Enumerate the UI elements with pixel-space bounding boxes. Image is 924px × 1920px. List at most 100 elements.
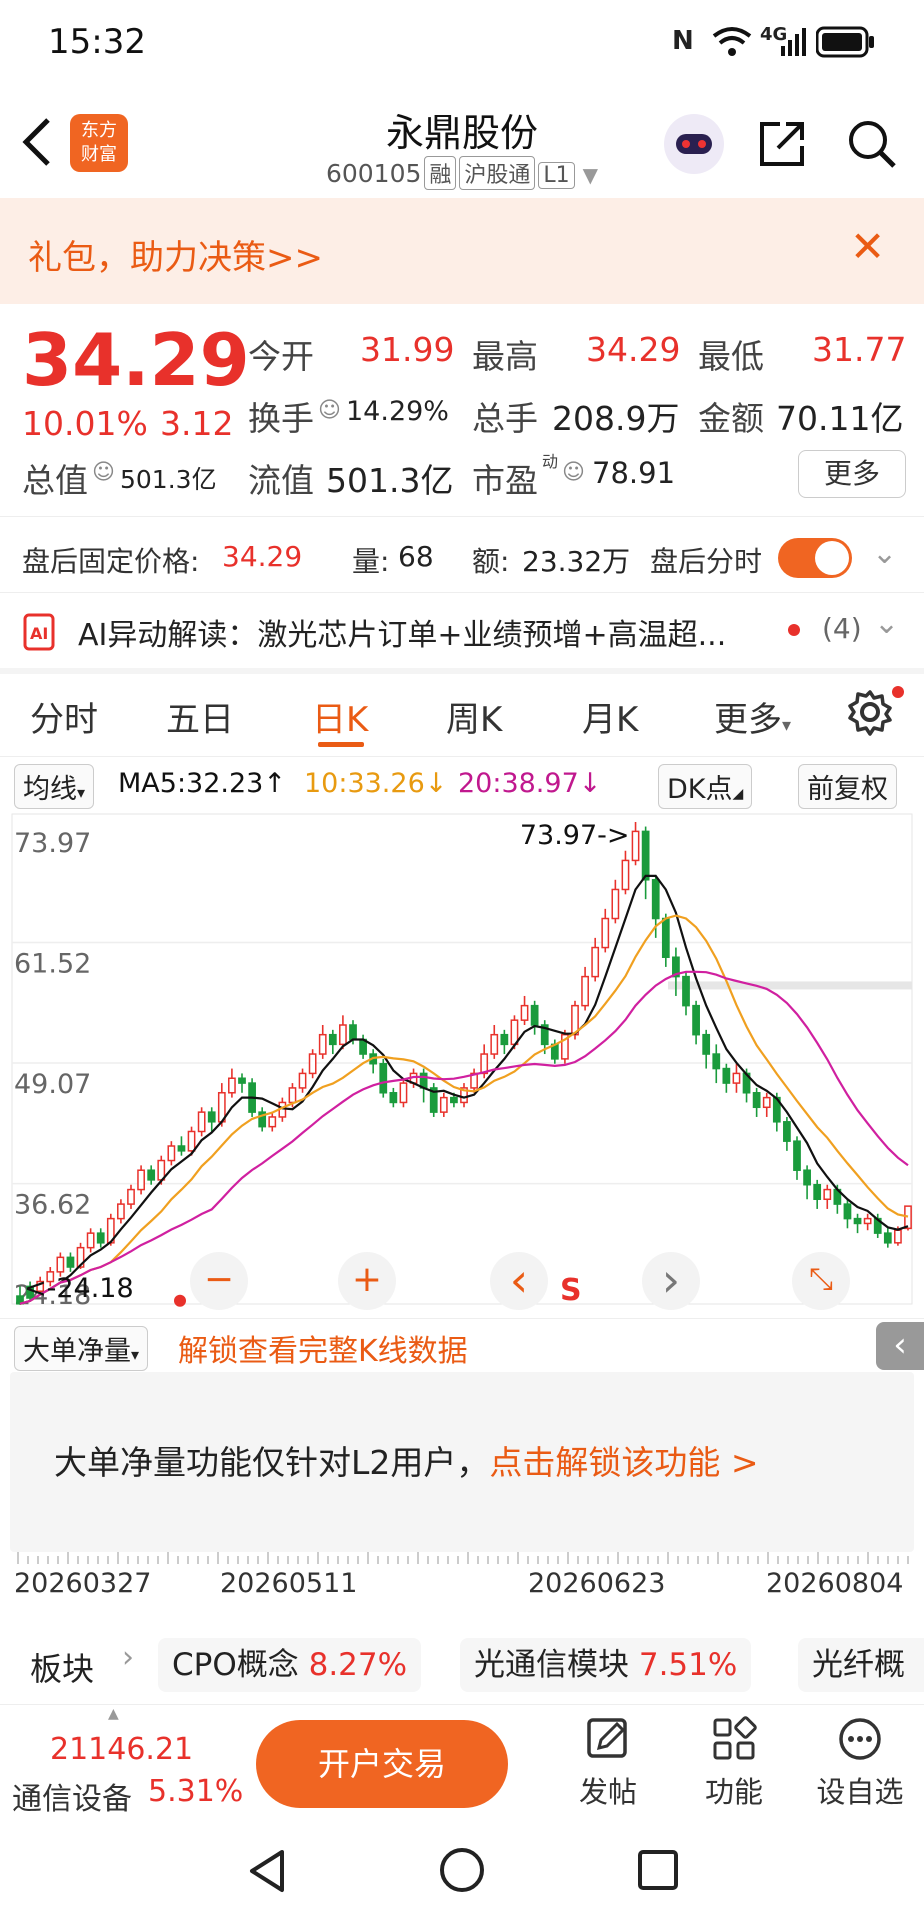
divider [0,516,924,517]
candle-body [894,1229,902,1244]
fullscreen-button[interactable]: ⤡ [792,1252,850,1310]
tab-daily-k[interactable]: 日K [312,692,368,741]
low-label: 最低 [698,337,764,376]
after-hours-vol: 68 [398,540,434,573]
indicator-select[interactable]: 大单净量▾ [14,1326,149,1371]
candle-body [490,1033,499,1055]
info-icon[interactable]: ☺ [318,398,341,423]
adjust-select[interactable]: 前复权 [798,764,897,809]
dk-point-select[interactable]: DK点◢ [658,764,753,809]
sector-chip[interactable]: CPO概念 8.27% [158,1638,422,1692]
index-name[interactable]: 通信设备 [12,1774,132,1818]
unlock-feature-link[interactable]: 点击解锁该功能 > [489,1443,758,1482]
info-icon[interactable]: ☺ [562,460,585,485]
tab-five-day[interactable]: 五日 [166,692,234,741]
sector-label: 板块 [30,1650,95,1688]
open-label: 今开 [248,337,314,376]
banner-text: 礼包，助力决策>> [28,238,323,278]
candle-body [308,1053,317,1075]
candle-body [96,1232,105,1244]
tab-more-label: 更多 [714,700,782,740]
candle-body [783,1121,791,1142]
sector-name: CPO概念 [172,1647,299,1683]
candle-body [853,1217,862,1225]
candle-body [883,1232,892,1244]
candle-body [722,1067,731,1084]
sector-chip[interactable]: 光通信模块 7.51% [460,1638,752,1692]
nav-home-icon[interactable] [438,1846,486,1894]
high-label: 最高 [472,337,538,376]
pan-left-button[interactable]: ‹ [490,1252,548,1310]
date-label: 20260623 [528,1568,666,1599]
gear-icon[interactable] [846,688,894,736]
after-hours-toggle[interactable] [778,538,852,578]
candle-body [520,1004,529,1021]
change-value: 3.12 [160,404,234,443]
candle-body [86,1232,95,1249]
ma-select[interactable]: 均线▾ [14,764,95,809]
tab-more[interactable]: 更多▾ [714,692,791,741]
chevron-down-icon[interactable]: ⌄ [872,536,897,571]
y-tick-label: 36.62 [14,1190,91,1221]
close-icon[interactable]: ✕ [850,222,885,271]
add-watchlist-button[interactable]: 设自选 [810,1716,910,1811]
indicator-select-label: 大单净量 [23,1336,131,1367]
volume-value: 208.9万 [552,399,680,438]
share-icon[interactable] [756,118,808,170]
candle-body [823,1188,832,1201]
functions-label: 功能 [704,1775,763,1809]
tab-weekly-k[interactable]: 周K [446,692,502,741]
zoom-out-button[interactable]: − [190,1252,248,1310]
post-button[interactable]: 发帖 [558,1716,658,1811]
y-tick-label: 73.97 [14,828,91,859]
search-icon[interactable] [846,118,898,170]
more-button[interactable]: 更多 [798,450,906,498]
mcap-value: 501.3亿 [120,465,217,494]
pe-label: 市盈 [472,461,538,500]
amount-value: 70.11亿 [776,399,904,438]
nav-recents-icon[interactable] [636,1848,680,1892]
up-indicator-icon: ▲ [108,1706,119,1722]
pe-value: 78.91 [592,456,676,490]
system-nav-bar [0,1822,924,1920]
candle-body [450,1096,458,1104]
pan-right-button[interactable]: › [642,1252,700,1310]
candle-body [147,1169,156,1181]
pe-superscript: 动 [542,452,559,471]
chevron-down-icon[interactable]: ⌄ [874,606,899,641]
float-label: 流值 [248,461,314,500]
index-value[interactable]: 21146.21 [50,1732,193,1767]
ai-insight-text[interactable]: AI异动解读：激光芯片订单+业绩预增+高温超... [78,610,726,654]
ai-count: (4) [822,612,862,645]
caret-down-icon: ▾ [77,783,86,802]
candle-body [328,1033,337,1046]
tab-monthly-k[interactable]: 月K [582,692,638,741]
kline-chart[interactable]: 73.9761.5249.0736.6224.1873.97-><-24.18 S [0,808,924,1318]
nfc-icon: N [672,26,694,56]
candle-body [379,1062,388,1094]
change-pct: 10.01% [22,404,148,443]
info-icon[interactable]: ☺ [92,460,115,485]
after-hours-label: 盘后固定价格: [22,545,200,578]
candle-body [127,1188,135,1205]
nav-back-icon[interactable] [244,1846,290,1896]
chevron-right-icon[interactable]: › [122,1640,134,1675]
unlock-kline-link[interactable]: 解锁查看完整K线数据 [178,1326,468,1370]
zoom-in-button[interactable]: + [338,1252,396,1310]
candle-body [702,1033,711,1055]
promo-banner[interactable]: 礼包，助力决策>> ✕ [0,198,924,304]
candle-body [56,1256,65,1273]
tab-intraday[interactable]: 分时 [30,692,98,741]
sector-chip[interactable]: 光纤概 [798,1638,924,1692]
notice-text: 大单净量功能仅针对L2用户， [54,1443,490,1482]
code-dropdown-icon[interactable]: ▼ [583,163,598,187]
candle-body [500,1033,509,1046]
functions-button[interactable]: 功能 [684,1716,784,1811]
candle-body [682,975,690,1007]
ma-select-label: 均线 [23,774,77,805]
candle-body [117,1203,125,1220]
robot-avatar[interactable] [664,114,724,174]
open-value: 31.99 [360,330,455,369]
open-account-trade-button[interactable]: 开户交易 [256,1720,508,1808]
collapse-tab[interactable]: ‹ [876,1322,924,1370]
